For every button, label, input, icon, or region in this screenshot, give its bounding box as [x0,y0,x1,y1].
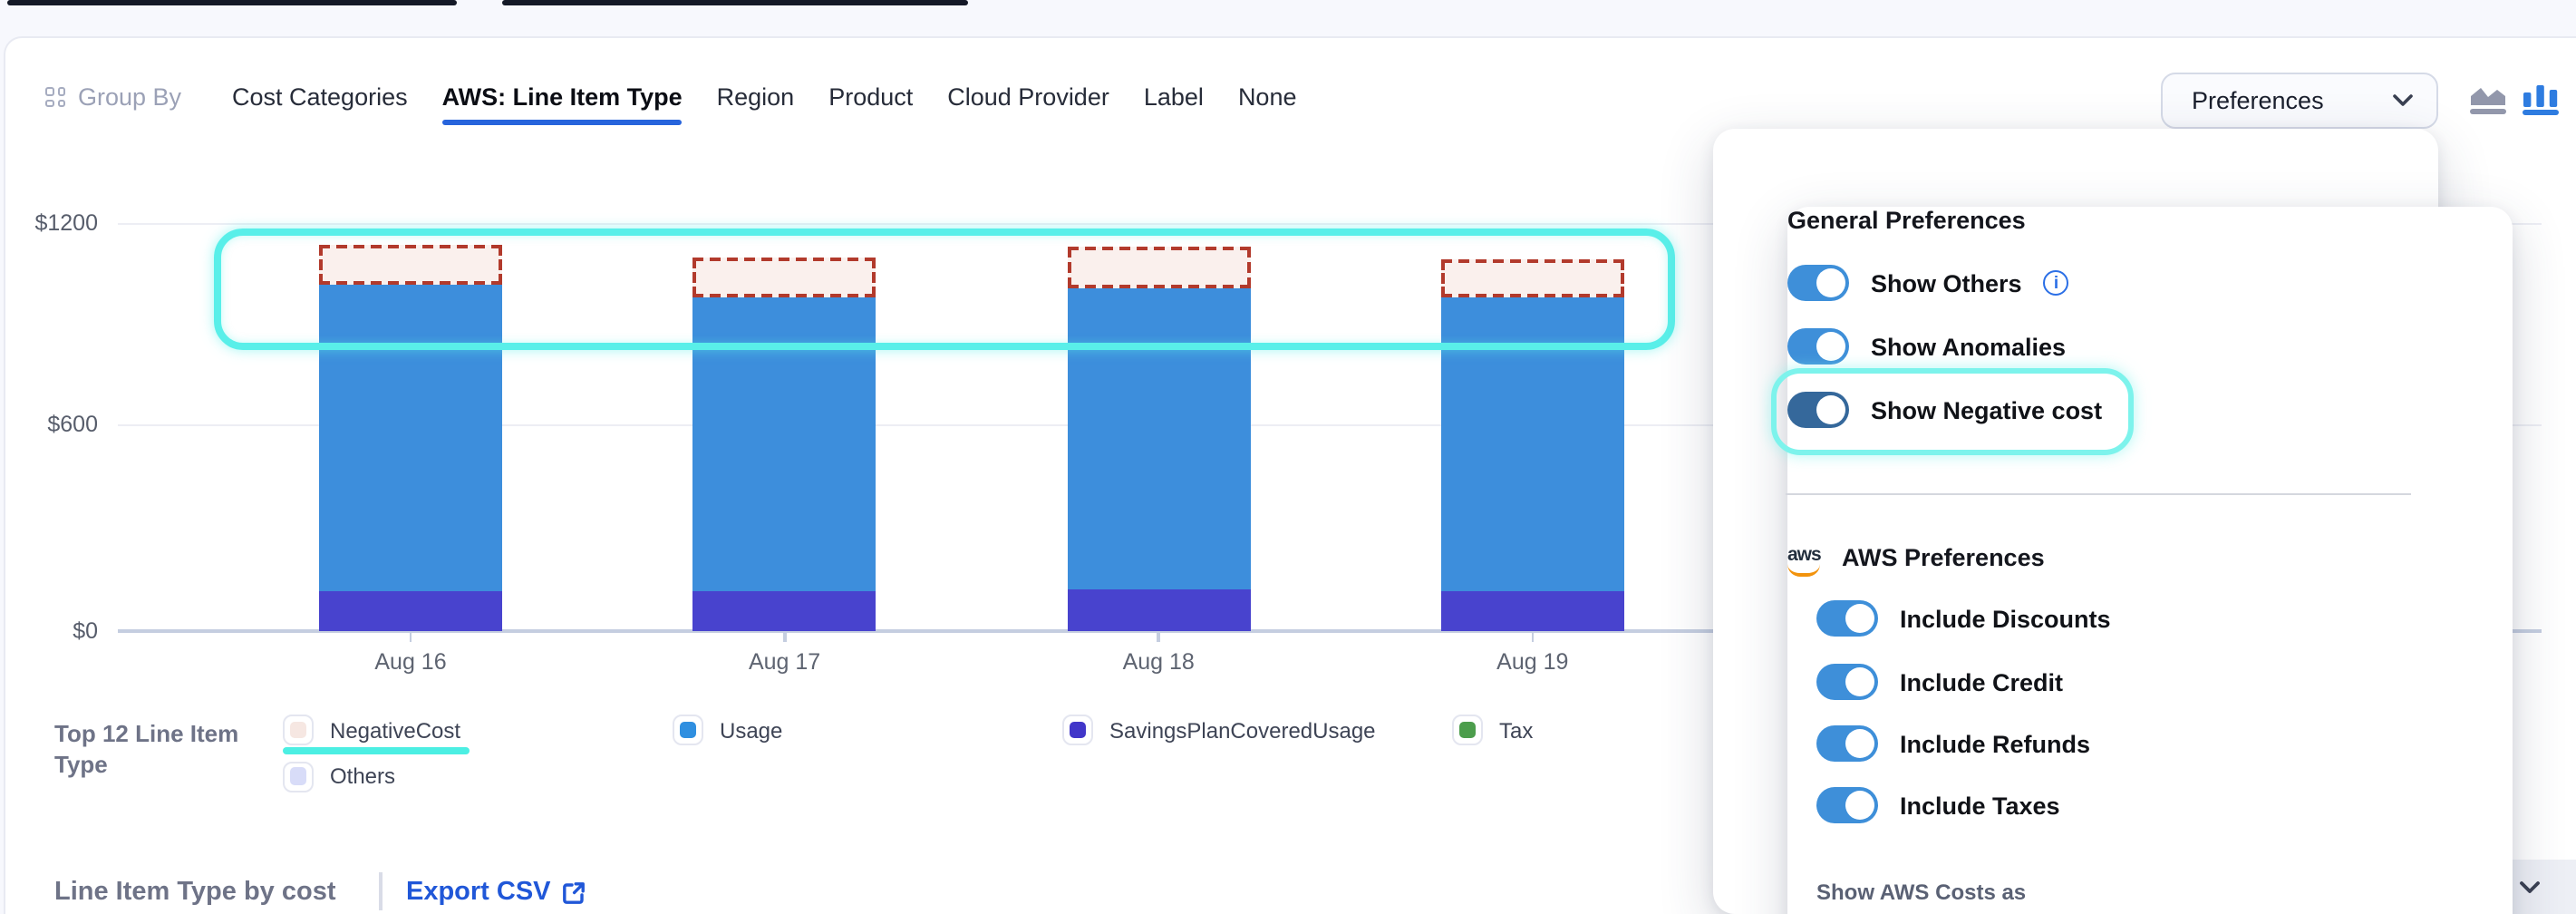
bar-segment-savingsplancoveredusage[interactable] [693,590,876,631]
bar-segment-savingsplancoveredusage[interactable] [1441,591,1624,631]
aws-preferences-heading: AWS Preferences [1842,544,2045,571]
legend-item-tax[interactable]: Tax [1452,715,1533,745]
toggle-label-include-taxes: Include Taxes [1900,792,2060,819]
browser-top-strip-right [502,0,968,5]
chart-highlight-ring [214,228,1675,350]
export-csv-label: Export CSV [406,878,551,907]
toggle-label-show-negative-cost: Show Negative cost [1871,396,2102,423]
legend-item-label: Usage [720,717,782,743]
legend-swatch [1062,715,1093,745]
toggle-include-discounts[interactable] [1816,600,1878,637]
toggle-row-include-credit: Include Credit [1816,660,2063,704]
toggle-row-show-negative-cost: Show Negative cost [1787,388,2102,432]
x-axis-label-aug-18: Aug 18 [1095,649,1222,675]
x-axis-tick [1531,633,1534,642]
bar-chart-icon[interactable] [2522,80,2560,116]
section-title: Line Item Type by cost [54,878,336,907]
aws-logo-icon: aws [1787,544,1827,577]
group-by-label: Group By [78,83,181,111]
toggle-row-show-others: Show Others i [1787,261,2069,305]
app-root: Group By Cost Categories AWS: Line Item T… [0,0,2576,914]
external-link-icon [562,880,586,904]
browser-top-strip-left [7,0,457,5]
panel-divider [1786,492,2411,494]
toggle-include-taxes[interactable] [1816,787,1878,823]
tab-aws-line-item-type[interactable]: AWS: Line Item Type [442,83,683,125]
legend-swatch [673,715,703,745]
toggle-label-include-refunds: Include Refunds [1900,730,2090,757]
toggle-show-negative-cost[interactable] [1787,392,1849,428]
y-axis-label-600: $600 [18,412,98,437]
info-icon[interactable]: i [2044,270,2069,296]
legend-item-label: Tax [1499,717,1533,743]
tab-cost-categories[interactable]: Cost Categories [232,83,408,125]
legend-item-label: Others [330,763,395,789]
show-aws-costs-as-label: Show AWS Costs as [1816,880,2026,905]
legend-item-label: NegativeCost [330,717,460,743]
toggle-label-show-anomalies: Show Anomalies [1871,333,2066,360]
y-axis-label-0: $0 [18,618,98,644]
chevron-down-icon [2520,881,2540,894]
legend-swatch [1452,715,1483,745]
toggle-include-credit[interactable] [1816,664,1878,700]
group-by-tabs: Cost Categories AWS: Line Item Type Region… [232,83,1297,125]
x-axis-tick [1157,633,1160,642]
toggle-label-include-discounts: Include Discounts [1900,605,2111,632]
footer-divider [379,872,382,910]
toggle-include-refunds[interactable] [1816,725,1878,762]
tab-label[interactable]: Label [1144,83,1204,125]
x-axis-label-aug-17: Aug 17 [721,649,848,675]
toggle-row-show-anomalies: Show Anomalies [1787,325,2066,368]
tab-none[interactable]: None [1238,83,1297,125]
toggle-show-anomalies[interactable] [1787,328,1849,365]
toggle-show-others[interactable] [1787,265,1849,301]
legend-item-negativecost[interactable]: NegativeCost [283,715,460,745]
tab-region[interactable]: Region [717,83,795,125]
group-by-label-wrap: Group By [45,83,181,111]
export-csv-link[interactable]: Export CSV [406,878,586,907]
tab-cloud-provider[interactable]: Cloud Provider [947,83,1109,125]
toggle-row-include-discounts: Include Discounts [1816,597,2111,640]
legend-item-label: SavingsPlanCoveredUsage [1109,717,1376,743]
tab-product[interactable]: Product [828,83,913,125]
toggle-row-include-taxes: Include Taxes [1816,783,2060,827]
aws-preferences-heading-row: aws AWS Preferences [1787,544,2045,577]
legend-item-others[interactable]: Others [283,761,395,792]
x-axis-label-aug-16: Aug 16 [347,649,474,675]
x-axis-tick [783,633,786,642]
legend-item-savingsplancoveredusage[interactable]: SavingsPlanCoveredUsage [1062,715,1376,745]
legend-item-usage[interactable]: Usage [673,715,782,745]
legend-title: Top 12 Line Item Type [54,718,238,780]
bar-segment-savingsplancoveredusage[interactable] [1067,590,1250,631]
legend-swatch [283,715,314,745]
toggle-label-show-others: Show Others [1871,269,2022,297]
legend-swatch [283,761,314,792]
toggle-row-include-refunds: Include Refunds [1816,722,2090,765]
x-axis-tick [410,633,412,642]
legend-highlight-underline [283,747,470,754]
y-axis-label-1200: $1200 [18,210,98,236]
area-chart-icon[interactable] [2469,82,2507,116]
bar-segment-savingsplancoveredusage[interactable] [319,591,502,631]
preferences-button-label: Preferences [2192,87,2324,114]
x-axis-label-aug-19: Aug 19 [1469,649,1596,675]
preferences-dropdown-button[interactable]: Preferences [2161,73,2438,129]
chevron-down-icon [2393,94,2413,107]
grid-icon [45,87,65,107]
toggle-label-include-credit: Include Credit [1900,668,2063,695]
